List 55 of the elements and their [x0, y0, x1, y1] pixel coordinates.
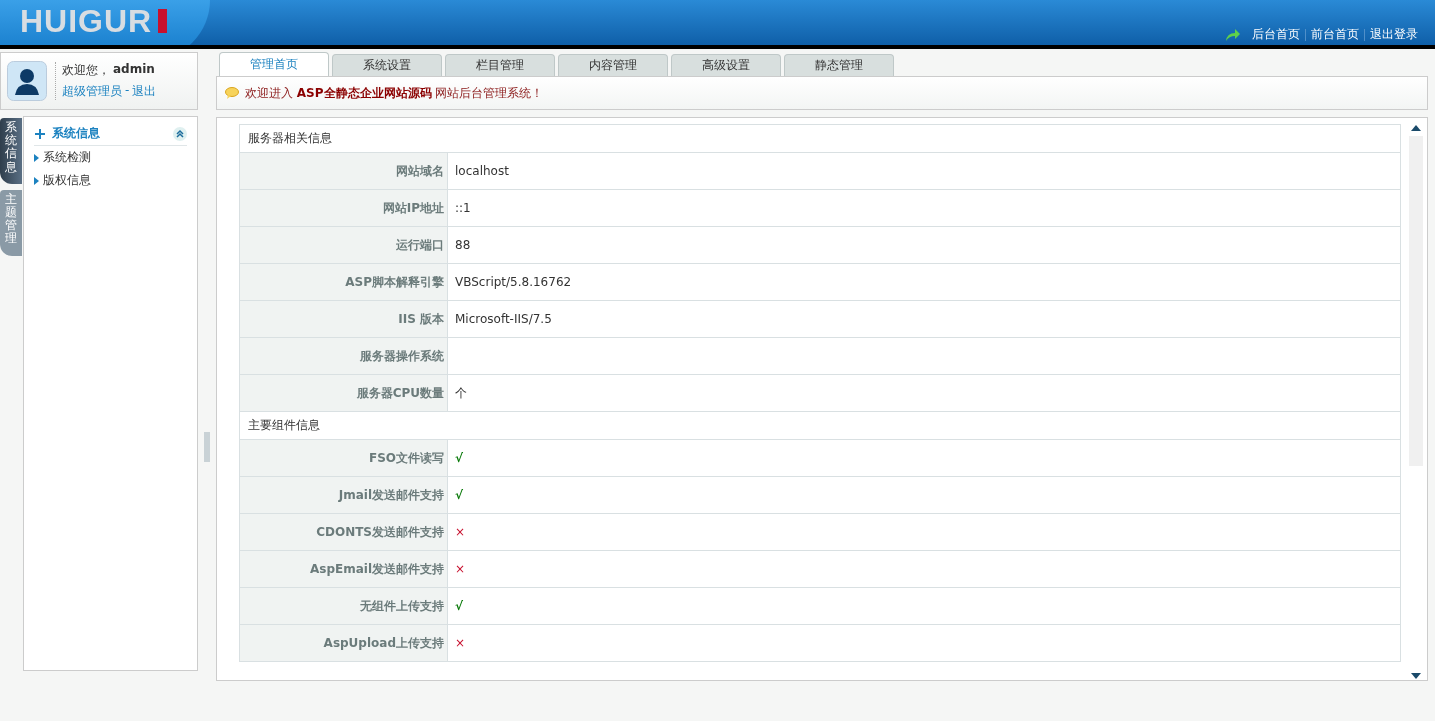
label-cell: CDONTS发送邮件支持 — [240, 514, 448, 550]
scroll-down-icon[interactable] — [1411, 672, 1421, 680]
status-mark: √ — [454, 598, 463, 615]
tab[interactable]: 管理首页 — [219, 52, 329, 76]
separator-text: - — [125, 83, 130, 99]
menu-item[interactable]: 版权信息 — [43, 172, 91, 189]
tab[interactable]: 高级设置 — [671, 54, 781, 76]
label-cell: 服务器操作系统 — [240, 338, 448, 374]
label-cell: AspUpload上传支持 — [240, 625, 448, 661]
label-cell: 服务器CPU数量 — [240, 375, 448, 411]
user-name: admin — [113, 62, 155, 78]
avatar-icon — [7, 61, 47, 101]
label-cell: 无组件上传支持 — [240, 588, 448, 624]
collapse-icon — [173, 126, 187, 141]
tab[interactable]: 系统设置 — [332, 54, 442, 76]
label-cell: AspEmail发送邮件支持 — [240, 551, 448, 587]
arrow-icon — [1225, 27, 1241, 42]
triangle-icon — [34, 176, 39, 185]
status-mark: √ — [454, 450, 463, 467]
menu-item[interactable]: 系统检测 — [43, 149, 91, 166]
plus-icon — [34, 127, 46, 140]
value-cell-text: VBScript/5.8.16762 — [454, 274, 572, 291]
logo: HUIGUR — [20, 3, 153, 39]
value-cell-text: localhost — [454, 163, 509, 180]
header-link[interactable]: 退出登录 — [1365, 26, 1423, 43]
label-cell: Jmail发送邮件支持 — [240, 477, 448, 513]
tab[interactable]: 栏目管理 — [445, 54, 555, 76]
welcome-message: 欢迎进入 ASP全静态企业网站源码 网站后台管理系统！ — [245, 84, 544, 102]
triangle-icon — [34, 153, 39, 162]
tab[interactable]: 内容管理 — [558, 54, 668, 76]
header-link[interactable]: 前台首页 — [1306, 26, 1364, 43]
speech-bubble-icon — [225, 87, 239, 99]
value-cell-text: ::1 — [454, 200, 471, 217]
label-cell: IIS 版本 — [240, 301, 448, 337]
label-cell: FSO文件读写 — [240, 440, 448, 476]
label-cell: 网站域名 — [240, 153, 448, 189]
value-cell-text: 88 — [454, 237, 471, 254]
status-mark: √ — [454, 487, 463, 504]
menu-group[interactable]: 系统信息 — [34, 125, 187, 146]
greeting-text: 欢迎您， — [62, 62, 110, 79]
logout-link[interactable]: 退出 — [132, 83, 157, 100]
side-tab[interactable]: 系统信息 — [0, 118, 22, 184]
status-mark: × — [454, 524, 466, 541]
status-mark: × — [454, 561, 466, 578]
header-link[interactable]: 后台首页 — [1247, 26, 1305, 43]
value-cell-text: Microsoft-IIS/7.5 — [454, 311, 552, 328]
role-link[interactable]: 超级管理员 — [62, 83, 122, 100]
splitter-handle[interactable] — [204, 431, 210, 462]
value-cell-text: 个 — [454, 385, 467, 402]
label-cell: 网站IP地址 — [240, 190, 448, 226]
label-cell: ASP脚本解释引擎 — [240, 264, 448, 300]
status-mark: × — [454, 635, 466, 652]
tab[interactable]: 静态管理 — [784, 54, 894, 76]
scroll-up-icon[interactable] — [1411, 124, 1421, 132]
label-cell: 运行端口 — [240, 227, 448, 263]
